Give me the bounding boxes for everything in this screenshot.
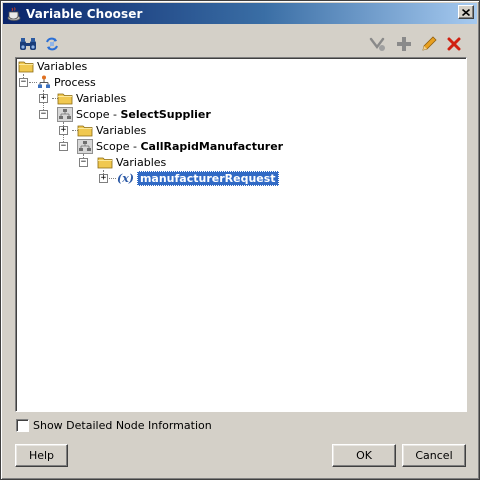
ok-button-label: OK [356, 449, 372, 462]
cancel-button-label: Cancel [415, 449, 453, 462]
tree-node-selectsupplier-variables[interactable]: Variables [77, 122, 146, 138]
delete-button[interactable] [444, 34, 464, 54]
add-button[interactable] [394, 34, 414, 54]
tree-connector [29, 82, 37, 83]
plus-icon [397, 37, 411, 51]
tree-node-scope-selectsupplier[interactable]: Scope - SelectSupplier [57, 106, 211, 122]
expand-toggle[interactable]: + [59, 126, 68, 135]
collapse-toggle[interactable]: − [39, 110, 48, 119]
window-title: Variable Chooser [26, 6, 143, 21]
folder-icon [18, 61, 34, 73]
folder-icon [77, 125, 93, 137]
cancel-button[interactable]: Cancel [402, 444, 466, 467]
java-cup-icon [7, 6, 21, 21]
pencil-icon [422, 36, 437, 51]
process-icon [38, 75, 50, 88]
edit-button[interactable] [419, 34, 439, 54]
collapse-toggle[interactable]: − [59, 142, 68, 151]
close-icon [462, 8, 470, 16]
help-button-label: Help [28, 449, 55, 462]
tree-node-manufacturerrequest[interactable]: (x) manufacturerRequest [117, 170, 279, 186]
tree-node-label-bold: SelectSupplier [120, 107, 211, 121]
tree-node-label: Variables [96, 123, 147, 137]
tree-node-label: Variables [116, 155, 167, 169]
tree-node-process[interactable]: Process [37, 74, 96, 90]
tree-node-callrapid-variables[interactable]: Variables [97, 154, 166, 170]
tree-node-label: Variables [76, 91, 127, 105]
title-bar[interactable]: Variable Chooser [3, 3, 477, 24]
refresh-icon [46, 37, 58, 51]
collapse-toggle[interactable]: − [19, 78, 28, 87]
binoculars-icon [20, 38, 36, 50]
variable-icon: (x) [117, 171, 134, 185]
expand-toggle[interactable]: + [39, 94, 48, 103]
folder-icon [57, 93, 73, 105]
collapse-toggle[interactable]: − [79, 158, 88, 167]
create-button[interactable] [368, 34, 388, 54]
tree-node-label-prefix: Scope - [76, 107, 121, 121]
delete-x-icon [447, 37, 461, 51]
create-variable-icon [369, 37, 385, 51]
ok-button[interactable]: OK [332, 444, 396, 467]
scope-icon [77, 138, 93, 154]
find-button[interactable] [18, 34, 38, 54]
tree-node-scope-callrapidmanufacturer[interactable]: Scope - CallRapidManufacturer [77, 138, 283, 154]
scope-icon [57, 106, 73, 122]
help-button[interactable]: Help [15, 444, 68, 467]
tree-node-root-variables[interactable]: Variables [18, 58, 87, 74]
tree-node-label: Variables [37, 59, 88, 73]
expand-toggle[interactable]: + [99, 174, 108, 183]
tree-node-label-bold: CallRapidManufacturer [140, 139, 284, 153]
show-detailed-checkbox[interactable] [16, 419, 29, 432]
refresh-button[interactable] [42, 34, 62, 54]
tree-node-label-prefix: Scope - [96, 139, 141, 153]
folder-icon [97, 157, 113, 169]
show-detailed-label[interactable]: Show Detailed Node Information [33, 419, 212, 432]
tree-node-label: Process [54, 75, 96, 89]
variable-chooser-dialog: Variable Chooser Variables − Process + V… [0, 0, 480, 480]
tree-node-label-selected: manufacturerRequest [136, 170, 279, 186]
close-button[interactable] [458, 5, 474, 19]
variable-tree[interactable]: Variables − Process + Variables − Scope … [15, 57, 467, 412]
tree-connector [109, 178, 116, 179]
tree-node-process-variables[interactable]: Variables [57, 90, 126, 106]
